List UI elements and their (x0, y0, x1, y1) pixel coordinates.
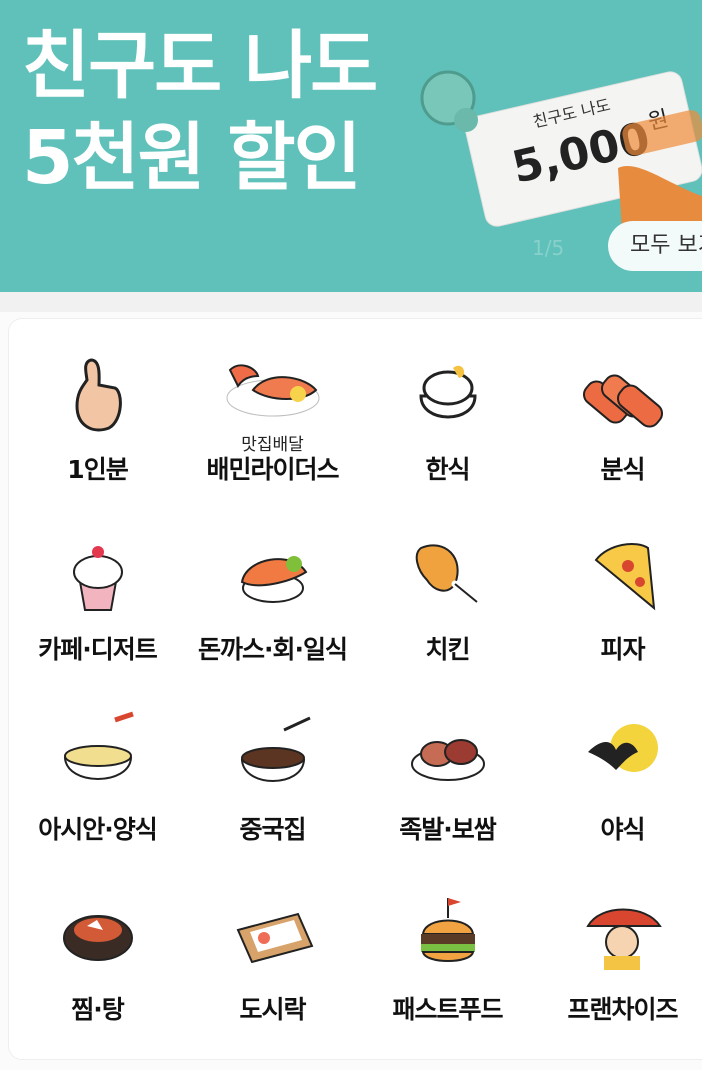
chicken-leg-icon (415, 544, 480, 606)
tteokbokki-icon (582, 374, 663, 428)
jajangmyeon-icon (240, 716, 311, 782)
category-1-person[interactable]: 1인분 (10, 350, 185, 530)
category-label: 아시안·양식 (38, 815, 158, 844)
category-chicken[interactable]: 치킨 (360, 530, 535, 710)
category-label: 도시락 (239, 995, 306, 1024)
category-label: 카페·디저트 (38, 635, 158, 664)
category-pizza[interactable]: 피자 (535, 530, 702, 710)
category-bunsik[interactable]: 분식 (535, 350, 702, 530)
bat-moon-icon (587, 724, 658, 772)
category-franchise[interactable]: 프랜차이즈 (535, 890, 702, 1070)
category-chinese[interactable]: 중국집 (185, 710, 360, 890)
category-label: 분식 (600, 455, 645, 484)
category-label: 1인분 (67, 455, 128, 484)
category-korean[interactable]: 한식 (360, 350, 535, 530)
category-late-night[interactable]: 야식 (535, 710, 702, 890)
pizza-slice-icon (594, 543, 655, 611)
cupcake-icon (72, 546, 123, 611)
banner-title: 친구도 나도 5천원 할인 (22, 20, 378, 204)
section-divider (0, 292, 702, 312)
category-label: 중국집 (239, 815, 306, 844)
banner-title-line2: 5천원 할인 (22, 115, 362, 201)
sushi-icon (240, 556, 307, 603)
one-person-hand-icon (74, 358, 122, 432)
category-label: 족발·보쌈 (399, 815, 497, 844)
category-label: 찜·탕 (71, 995, 125, 1024)
see-all-button[interactable]: 모두 보기 (608, 221, 702, 271)
burger-icon (420, 898, 475, 962)
category-dosirak[interactable]: 도시락 (185, 890, 360, 1070)
jokbal-icon (410, 739, 485, 781)
category-fastfood[interactable]: 패스트푸드 (360, 890, 535, 1070)
lunchbox-icon (236, 912, 313, 964)
category-donkatsu-sushi[interactable]: 돈까스·회·일식 (185, 530, 360, 710)
rice-bowl-icon (418, 365, 477, 419)
category-label: 피자 (600, 635, 645, 664)
category-jokbal-bossam[interactable]: 족발·보쌈 (360, 710, 535, 890)
noodle-bowl-icon (63, 711, 134, 780)
category-cafe-dessert[interactable]: 카페·디저트 (10, 530, 185, 710)
category-label: 프랜차이즈 (567, 995, 678, 1024)
banner-pager: 1/5 (532, 236, 565, 260)
stew-pot-icon (62, 915, 133, 961)
lobster-icon (226, 364, 319, 417)
category-label: 돈까스·회·일식 (198, 635, 348, 664)
category-label: 패스트푸드 (392, 995, 503, 1024)
category-label: 치킨 (425, 635, 470, 664)
category-jjim-tang[interactable]: 찜·탕 (10, 890, 185, 1070)
category-label: 배민라이더스 (206, 455, 339, 484)
category-asian-western[interactable]: 아시안·양식 (10, 710, 185, 890)
category-label: 한식 (425, 455, 470, 484)
franchise-chef-icon (585, 908, 662, 970)
category-baemin-riders[interactable]: 맛집배달 배민라이더스 (185, 350, 360, 530)
category-label: 야식 (600, 815, 645, 844)
coupon-illustration: 친구도 나도 5,000 원 (420, 70, 702, 248)
promo-banner[interactable]: 친구도 나도 5천원 할인 친구도 나도 5,000 원 1/5 모두 보기 (0, 0, 702, 292)
banner-title-line1: 친구도 나도 (22, 23, 378, 109)
